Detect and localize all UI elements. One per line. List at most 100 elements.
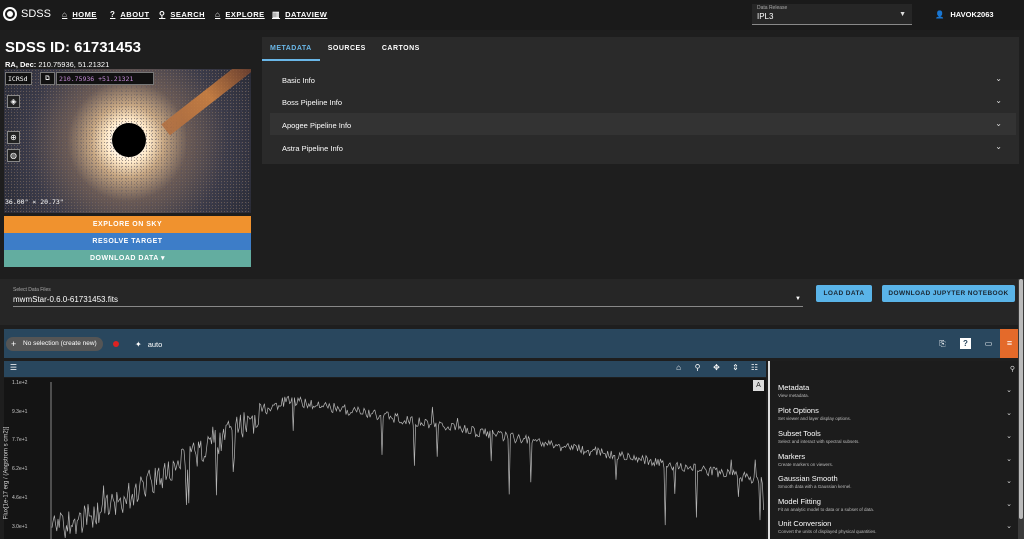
accordion-basic-info[interactable]: Basic Info ⌄ [270, 68, 1016, 90]
accordion-label: Astra Pipeline Info [282, 144, 343, 153]
y-tick: 4.6e+1 [12, 495, 28, 501]
plugin-tray-toggle[interactable]: ≡ [1000, 329, 1019, 358]
chevron-down-icon: ⌄ [1006, 501, 1012, 508]
plugin-subset-tools[interactable]: Subset Tools Select and interact with spe… [778, 429, 1018, 444]
nav-search-label: SEARCH [170, 10, 206, 19]
plugin-desc: Select and interact with spectral subset… [778, 439, 860, 444]
pan-icon[interactable]: ✥ [711, 363, 722, 372]
subset-color-dot [113, 341, 119, 347]
nav-search[interactable]: ⚲ SEARCH [159, 10, 205, 19]
resolve-target-button[interactable]: RESOLVE TARGET [4, 233, 251, 250]
spectrum-plot[interactable] [4, 378, 766, 539]
chart-icon: ▥ [272, 10, 281, 19]
page-title: SDSS ID: 61731453 [5, 39, 141, 56]
nav-dataview-label: DATAVIEW [285, 10, 328, 19]
plugin-unit-conversion[interactable]: Unit Conversion Convert the units of disp… [778, 519, 1018, 534]
chevron-down-icon: ⌄ [995, 96, 1002, 105]
tab-metadata[interactable]: METADATA [262, 42, 320, 61]
user-icon: 👤 [935, 10, 945, 19]
chevron-down-icon: ⌄ [1006, 456, 1012, 463]
username: HAVOK2063 [950, 10, 994, 19]
sky-viewer[interactable] [4, 69, 251, 213]
home-view-icon[interactable]: ⌂ [673, 363, 684, 372]
y-tick: 7.7e+1 [12, 437, 28, 443]
search-icon: ⚲ [159, 10, 166, 19]
accordion-apogee-pipeline-info[interactable]: Apogee Pipeline Info ⌄ [270, 113, 1016, 135]
plugin-title: Model Fitting [778, 497, 821, 506]
data-menu-icon[interactable]: ☰ [8, 363, 19, 372]
nav-explore-label: EXPLORE [225, 10, 265, 19]
chevron-down-icon: ⌄ [1006, 410, 1012, 417]
info-tabs: METADATA SOURCES CARTONS [262, 42, 428, 61]
plugin-markers[interactable]: Markers Create markers on viewers. ⌄ [778, 452, 1018, 467]
plugin-title: Metadata [778, 383, 810, 392]
chevron-down-icon: ⌄ [1006, 387, 1012, 394]
nav-about[interactable]: ? ABOUT [110, 10, 150, 19]
a-toggle-button[interactable]: A [753, 380, 764, 391]
accordion-label: Boss Pipeline Info [282, 98, 343, 107]
crosshair-icon[interactable]: ⊕ [7, 131, 20, 144]
sdss-logo[interactable]: SDSS [3, 7, 51, 21]
radec-text: RA, Dec: 210.75936, 51.21321 [5, 60, 109, 69]
plugin-gaussian-smooth[interactable]: Gaussian Smooth Smooth data with a Gaussi… [778, 474, 1018, 489]
accordion-boss-pipeline-info[interactable]: Boss Pipeline Info ⌄ [270, 90, 1016, 112]
accordion-label: Apogee Pipeline Info [282, 121, 352, 130]
accordion-astra-pipeline-info[interactable]: Astra Pipeline Info ⌄ [270, 136, 1016, 158]
brand-name: SDSS [21, 8, 51, 20]
plugin-desc: Fit an analytic model to data or a subse… [778, 507, 875, 512]
chevron-down-icon[interactable]: ▼ [795, 296, 801, 302]
file-select-label: Select Data Files [13, 287, 51, 293]
plugin-title: Markers [778, 452, 806, 461]
wand-icon: ✦ [135, 340, 142, 349]
frame-select[interactable]: ICRSd [5, 72, 32, 85]
logger-icon[interactable]: ▭ [983, 338, 994, 349]
zoom-icon[interactable]: ⚲ [692, 363, 703, 372]
plus-icon: + [11, 339, 17, 349]
plugin-title: Subset Tools [778, 429, 821, 438]
data-release-select[interactable]: Data Release IPL3 ▼ [752, 4, 912, 25]
user-menu[interactable]: 👤 HAVOK2063 [935, 10, 994, 19]
coords-input[interactable]: 210.75936 +51.21321 [56, 72, 154, 85]
chevron-down-icon: ⌄ [995, 119, 1002, 128]
download-data-button[interactable]: DOWNLOAD DATA ▾ [4, 250, 251, 267]
file-select[interactable]: mwmStar-0.6.0-61731453.fits [13, 295, 118, 304]
viewer-header [4, 361, 766, 377]
load-data-button[interactable]: LOAD DATA [816, 285, 872, 302]
copy-icon[interactable]: ⧉ [40, 72, 55, 85]
page-scrollbar[interactable] [1018, 279, 1024, 539]
file-select-underline [13, 306, 803, 307]
plugin-desc: View metadata. [778, 393, 809, 398]
plugin-model-fitting[interactable]: Model Fitting Fit an analytic model to da… [778, 497, 1018, 512]
explore-on-sky-button[interactable]: EXPLORE ON SKY [4, 216, 251, 233]
y-tick: 1.1e+2 [12, 380, 28, 386]
help-icon[interactable]: ? [960, 338, 971, 349]
plugin-plot-options[interactable]: Plot Options Set viewer and layer display… [778, 406, 1018, 421]
search-icon[interactable]: ⚲ [1010, 365, 1015, 373]
range-icon[interactable]: ⇕ [730, 363, 741, 372]
scrollbar-thumb[interactable] [1019, 279, 1023, 519]
plugin-metadata[interactable]: Metadata View metadata. ⌄ [778, 383, 1018, 398]
plugin-desc: Set viewer and layer display options. [778, 416, 852, 421]
data-release-label: Data Release [757, 5, 788, 11]
tool-menu-icon[interactable]: ☷ [749, 363, 760, 372]
nav-dataview[interactable]: ▥ DATAVIEW [272, 10, 327, 19]
nav-explore[interactable]: ⌂ EXPLORE [215, 10, 265, 19]
subset-select[interactable]: + No selection (create new) [6, 337, 103, 351]
layers-icon[interactable]: ◈ [7, 95, 20, 108]
selection-mode[interactable]: ✦ auto [135, 340, 162, 349]
tab-sources[interactable]: SOURCES [320, 42, 374, 61]
nav-home[interactable]: ⌂ HOME [62, 10, 97, 19]
chevron-down-icon: ⌄ [1006, 433, 1012, 440]
chevron-down-icon: ⌄ [995, 74, 1002, 83]
y-tick: 3.0e+1 [12, 524, 28, 530]
download-notebook-button[interactable]: DOWNLOAD JUPYTER NOTEBOOK [882, 285, 1015, 302]
plugin-title: Plot Options [778, 406, 819, 415]
globe-icon[interactable]: ◍ [7, 149, 20, 162]
fov-readout: 36.00" × 20.73" [5, 198, 64, 206]
nav-home-label: HOME [72, 10, 97, 19]
plugin-desc: Convert the units of displayed physical … [778, 529, 877, 534]
tab-cartons[interactable]: CARTONS [374, 42, 428, 61]
export-icon[interactable]: ⎘ [937, 338, 948, 349]
explore-icon: ⌂ [215, 10, 221, 19]
plugin-desc: Create markers on viewers. [778, 462, 834, 467]
